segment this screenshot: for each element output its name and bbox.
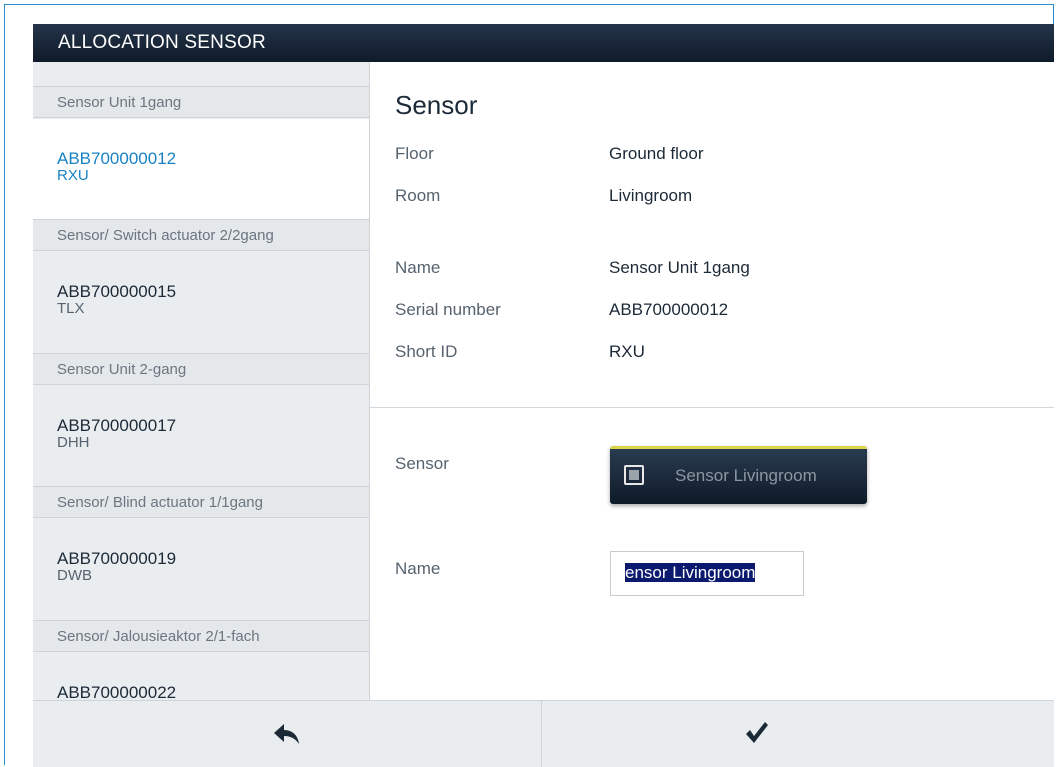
sensor-icon bbox=[624, 465, 644, 485]
serial-number-label: Serial number bbox=[395, 300, 501, 319]
section-title: Sensor bbox=[395, 90, 478, 120]
device-serial: ABB700000019 bbox=[57, 549, 177, 568]
name-label: Name bbox=[395, 258, 441, 277]
device-short-id: DHH bbox=[57, 434, 90, 451]
device-short-id: TLX bbox=[57, 300, 85, 317]
group-header: Sensor/ Blind actuator 1/1gang bbox=[33, 486, 369, 518]
sensor-list[interactable]: Sensor Unit 1gang ABB700000012 RXU Senso… bbox=[33, 62, 370, 700]
list-item[interactable]: ABB700000012 RXU bbox=[33, 119, 369, 219]
device-serial: ABB700000017 bbox=[57, 416, 177, 435]
list-item[interactable]: ABB700000015 TLX bbox=[33, 252, 369, 352]
group-header: Sensor Unit 1gang bbox=[33, 86, 369, 118]
checkmark-icon bbox=[746, 722, 768, 743]
short-id-label: Short ID bbox=[395, 342, 458, 361]
confirm-button[interactable] bbox=[542, 701, 1054, 767]
back-arrow-icon bbox=[274, 724, 299, 744]
group-header: Sensor/ Jalousieaktor 2/1-fach bbox=[33, 620, 369, 652]
device-serial: ABB700000022 bbox=[57, 683, 177, 700]
group-header: Sensor/ Switch actuator 2/2gang bbox=[33, 219, 369, 251]
footer-bar bbox=[33, 700, 1054, 767]
device-serial: ABB700000015 bbox=[57, 282, 177, 301]
room-value: Livingroom bbox=[609, 186, 693, 205]
page-title: ALLOCATION SENSOR bbox=[58, 32, 266, 53]
divider bbox=[370, 407, 1054, 408]
title-bar: ALLOCATION SENSOR bbox=[33, 24, 1054, 62]
group-header: Sensor Unit 2-gang bbox=[33, 353, 369, 385]
list-item[interactable]: ABB700000019 DWB bbox=[33, 519, 369, 619]
list-item[interactable]: ABB700000017 DHH bbox=[33, 386, 369, 486]
device-short-id: RXU bbox=[57, 167, 89, 184]
device-serial: ABB700000012 bbox=[57, 149, 177, 168]
name-value: Sensor Unit 1gang bbox=[609, 258, 750, 277]
serial-number-value: ABB700000012 bbox=[609, 300, 729, 319]
detail-panel: Sensor Floor Ground floor Room Livingroo… bbox=[370, 62, 1054, 700]
back-button[interactable] bbox=[33, 701, 542, 767]
floor-value: Ground floor bbox=[609, 144, 704, 163]
name-input[interactable]: ensor Livingroom bbox=[610, 551, 804, 596]
sensor-select-button[interactable]: Sensor Livingroom bbox=[610, 446, 867, 504]
device-short-id: DWB bbox=[57, 567, 92, 584]
room-label: Room bbox=[395, 186, 441, 205]
name-input-value: ensor Livingroom bbox=[625, 563, 756, 582]
short-id-value: RXU bbox=[609, 342, 645, 361]
list-item[interactable]: ABB700000022 bbox=[33, 653, 369, 700]
edit-name-label: Name bbox=[395, 559, 441, 578]
floor-label: Floor bbox=[395, 144, 434, 163]
sensor-label: Sensor bbox=[395, 454, 449, 473]
sensor-button-label: Sensor Livingroom bbox=[675, 466, 817, 485]
